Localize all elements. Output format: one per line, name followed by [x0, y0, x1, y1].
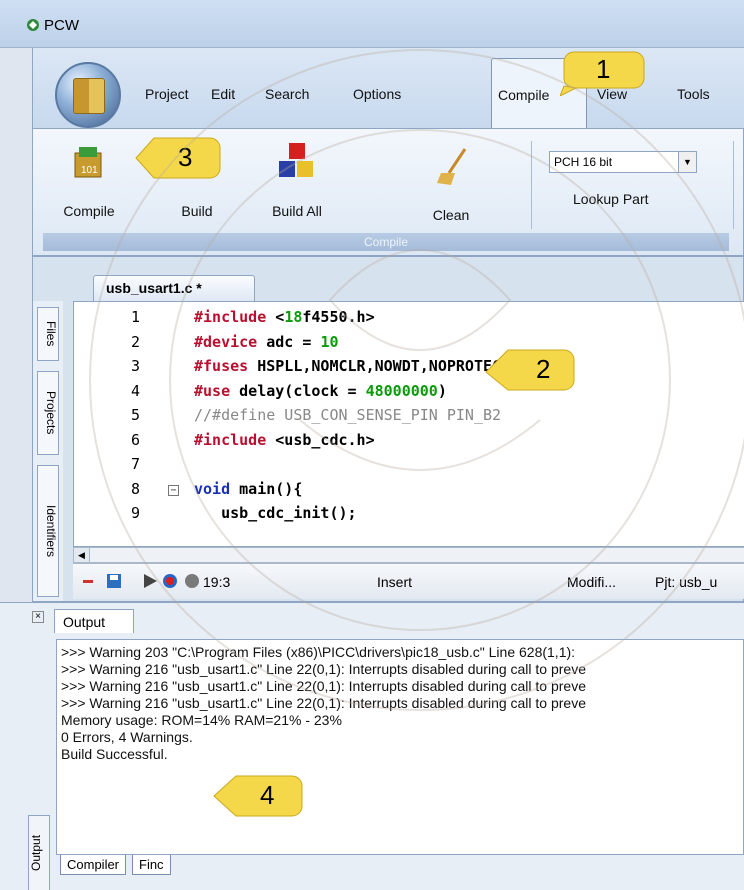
callout-1-label: 1	[596, 54, 611, 84]
build-button-label: Build	[181, 203, 213, 219]
window-title: PCW	[44, 17, 79, 34]
code-line[interactable]: 3 #fuses HSPLL,NOMCLR,NOWDT,NOPROTECT,NOL…	[74, 357, 744, 379]
code-text: #use delay(clock = 48000000)	[194, 381, 447, 400]
code-line[interactable]: 8 − void main(){	[74, 480, 744, 502]
line-number: 3	[130, 357, 140, 375]
save-icon[interactable]	[105, 572, 123, 590]
line-number: 1	[130, 308, 140, 326]
line-number: 6	[130, 430, 140, 449]
side-tab-files-label: Files	[44, 321, 58, 347]
code-line[interactable]: 4 #use delay(clock = 48000000)	[74, 382, 744, 404]
side-tab-files[interactable]: Files	[37, 307, 59, 361]
chevron-down-icon[interactable]: ▼	[678, 152, 696, 172]
code-text: #include <usb_cdc.h>	[194, 430, 375, 449]
fold-toggle-icon[interactable]: −	[168, 484, 179, 496]
output-pane: × Output Output >>> Warning 203 "C:\Prog…	[0, 602, 744, 890]
build-all-button[interactable]: Build All	[257, 137, 337, 237]
side-tab-identifiers-label: Identifiers	[44, 504, 58, 558]
output-bottom-tabs: Compiler Finc	[56, 855, 744, 877]
code-text: #include <18f4550.h>	[194, 308, 375, 326]
scroll-left-icon[interactable]: ◀	[74, 548, 90, 562]
tab-compile-label: Compile	[498, 87, 550, 103]
device-select-value: PCH 16 bit	[554, 155, 613, 169]
cursor-position: 19:3	[203, 574, 231, 590]
compile-button-label: Compile	[63, 203, 115, 219]
editor-status-bar: 19:3 Insert Modifi... Pjt: usb_u	[73, 563, 744, 599]
code-line[interactable]: 5 //#define USB_CON_SENSE_PIN PIN_B2	[74, 406, 744, 428]
svg-text:101: 101	[81, 165, 98, 176]
compile-icon: 101	[74, 147, 102, 178]
code-line[interactable]: 1 #include <18f4550.h>	[74, 308, 744, 330]
device-select[interactable]: PCH 16 bit ▼	[549, 151, 697, 173]
pcw-window: PCW Project Edit Search Options Compile …	[0, 0, 744, 890]
code-line[interactable]: 7	[74, 455, 744, 477]
modified-status: Modifi...	[567, 574, 617, 590]
application-orb-button[interactable]	[55, 62, 121, 128]
tab-edit[interactable]: Edit	[211, 86, 235, 102]
callout-2	[485, 349, 575, 391]
output-line: Memory usage: ROM=14% RAM=21% - 23%	[61, 712, 342, 728]
callout-4-label: 4	[260, 780, 275, 810]
broom-icon	[437, 148, 467, 185]
ribbon-divider	[531, 141, 532, 229]
line-number: 9	[130, 504, 140, 522]
edit-mode: Insert	[377, 574, 413, 590]
record-icon[interactable]	[161, 572, 179, 590]
code-text: #device adc = 10	[194, 332, 339, 351]
clean-button[interactable]: Clean	[411, 137, 491, 237]
pcw-app-icon	[27, 19, 39, 31]
output-line: >>> Warning 203 "C:\Program Files (x86)\…	[61, 644, 576, 660]
side-tab-projects-label: Projects	[44, 391, 58, 435]
ribbon-divider	[733, 141, 734, 229]
side-panel-tabs: Files Projects Identifiers	[33, 301, 63, 601]
clean-button-label: Clean	[432, 207, 470, 223]
output-side-label: Output	[28, 815, 50, 890]
book-icon	[73, 78, 105, 114]
line-number: 4	[130, 381, 140, 400]
lookup-part-button[interactable]: Lookup Part	[573, 191, 649, 207]
callout-4	[213, 775, 303, 817]
close-icon[interactable]: ×	[32, 611, 44, 623]
code-editor[interactable]: 1 #include <18f4550.h> 2 #device adc = 10 3 #…	[73, 301, 744, 547]
code-line[interactable]: 2 #device adc = 10	[74, 333, 744, 355]
callout-2-label: 2	[536, 354, 551, 384]
side-tab-projects[interactable]: Projects	[37, 371, 59, 455]
compile-button[interactable]: 101 Compile	[49, 137, 129, 237]
title-bar: PCW	[0, 0, 744, 48]
tab-tools[interactable]: Tools	[677, 86, 710, 102]
callout-3-label: 3	[178, 142, 193, 172]
tab-search[interactable]: Search	[265, 86, 309, 102]
tab-project[interactable]: Project	[145, 86, 189, 102]
document-tab[interactable]: usb_usart1.c *	[93, 275, 255, 301]
output-tab[interactable]: Output	[54, 609, 134, 633]
stop-icon[interactable]	[183, 572, 201, 590]
code-line[interactable]: 9 usb_cdc_init();	[74, 504, 744, 526]
line-number: 5	[130, 406, 140, 424]
code-text: //#define USB_CON_SENSE_PIN PIN_B2	[194, 406, 502, 424]
output-line: >>> Warning 216 "usb_usart1.c" Line 22(0…	[61, 678, 587, 694]
editor-pane: usb_usart1.c * Files Projects Identifier…	[32, 256, 744, 602]
minus-icon[interactable]	[81, 574, 95, 588]
horizontal-scrollbar[interactable]: ◀	[73, 547, 744, 563]
ribbon-group-caption: Compile	[43, 233, 729, 251]
code-line[interactable]: 6 #include <usb_cdc.h>	[74, 431, 744, 453]
run-icon[interactable]	[141, 572, 159, 590]
line-number: 2	[130, 332, 140, 351]
tab-find[interactable]: Finc	[132, 855, 171, 875]
output-line: >>> Warning 216 "usb_usart1.c" Line 22(0…	[61, 661, 587, 677]
code-text: void main(){	[194, 479, 303, 498]
tab-compiler[interactable]: Compiler	[60, 855, 127, 875]
output-log: >>> Warning 203 "C:\Program Files (x86)\…	[56, 639, 744, 855]
build-all-button-label: Build All	[272, 203, 322, 219]
output-line: Build Successful.	[61, 746, 168, 762]
output-line: 0 Errors, 4 Warnings.	[61, 729, 193, 745]
code-text: usb_cdc_init();	[194, 504, 357, 522]
project-status: Pjt: usb_u	[655, 574, 718, 590]
side-tab-identifiers[interactable]: Identifiers	[37, 465, 59, 597]
output-line: >>> Warning 216 "usb_usart1.c" Line 22(0…	[61, 695, 587, 711]
line-number: 8	[130, 479, 140, 498]
line-number: 7	[130, 455, 140, 473]
build-all-icon	[279, 143, 313, 177]
tab-options[interactable]: Options	[353, 86, 401, 102]
